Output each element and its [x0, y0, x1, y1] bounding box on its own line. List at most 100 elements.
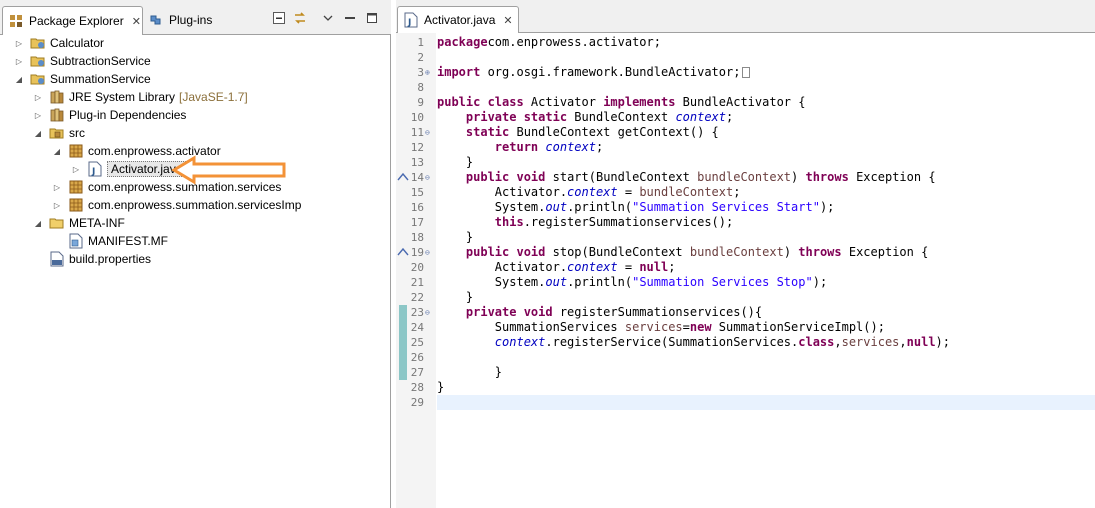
close-icon[interactable]: ✕ — [503, 14, 512, 27]
code-line: public class Activator implements Bundle… — [437, 95, 806, 109]
tree-item-plugin-dependencies[interactable]: ▷ Plug-in Dependencies — [33, 106, 187, 124]
code-line: Activator.context = bundleContext; — [437, 185, 741, 199]
line-number: 24 — [410, 321, 424, 334]
line-number: 20 — [410, 261, 424, 274]
line-number: 23 ⊖ — [410, 306, 430, 319]
package-explorer-icon — [9, 14, 23, 28]
line-number: 3 ⊕ — [417, 66, 430, 79]
line-number: 25 — [410, 336, 424, 349]
code-line: } — [437, 365, 503, 379]
collapse-all-icon[interactable] — [271, 10, 287, 26]
expand-icon[interactable]: ▷ — [52, 182, 62, 192]
java-file-icon: J — [87, 161, 103, 177]
line-number: 8 — [417, 81, 424, 94]
tree-label: MANIFEST.MF — [88, 234, 168, 248]
tree-label: build.properties — [69, 252, 152, 266]
expand-icon[interactable]: ▷ — [14, 56, 24, 66]
line-number: 18 — [410, 231, 424, 244]
line-number: 9 — [417, 96, 424, 109]
collapse-icon[interactable]: ◢ — [33, 128, 43, 138]
tab-package-explorer-label: Package Explorer — [29, 14, 124, 28]
tree-label: SummationService — [50, 72, 151, 86]
collapse-fold-icon[interactable]: ⊖ — [425, 248, 430, 257]
code-line: static BundleContext getContext() { — [465, 125, 719, 139]
tab-activator-java[interactable]: J Activator.java ✕ — [397, 6, 519, 33]
package-explorer-view: Package Explorer ✕ Plug-ins ▷ Calculator… — [0, 0, 391, 508]
code-line: } — [437, 230, 474, 244]
line-number: 13 — [410, 156, 424, 169]
plugin-project-icon — [30, 71, 46, 87]
tree-item-manifest[interactable]: MANIFEST.MF — [68, 232, 168, 250]
package-icon — [68, 197, 84, 213]
line-number: 29 — [410, 396, 424, 409]
collapse-fold-icon[interactable]: ⊖ — [425, 128, 430, 137]
current-line-highlight — [437, 395, 1095, 410]
line-number: 22 — [410, 291, 424, 304]
code-line: context.registerService(SummationService… — [494, 335, 950, 349]
source-folder-icon — [49, 125, 65, 141]
plug-ins-icon — [149, 13, 163, 27]
library-icon — [49, 89, 65, 105]
code-line: private void registerSummationservices()… — [465, 305, 763, 319]
line-number: 21 — [410, 276, 424, 289]
tree-item-package-servicesimp[interactable]: ▷ com.enprowess.summation.servicesImp — [52, 196, 301, 214]
expand-icon[interactable]: ▷ — [33, 92, 43, 102]
minimize-icon[interactable] — [342, 10, 358, 26]
line-number: 19 ⊖ — [410, 246, 430, 259]
line-number: 28 — [410, 381, 424, 394]
collapse-icon[interactable]: ◢ — [33, 218, 43, 228]
tree-item-build-properties[interactable]: build.properties — [49, 250, 151, 268]
expand-icon[interactable]: ▷ — [52, 200, 62, 210]
tab-plug-ins-label: Plug-ins — [169, 12, 213, 27]
tree-label: META-INF — [69, 216, 125, 230]
collapse-fold-icon[interactable]: ⊖ — [425, 308, 430, 317]
change-marker — [399, 335, 407, 350]
link-with-editor-icon[interactable] — [292, 10, 308, 26]
tree-item-subtractionservice[interactable]: ▷ SubtractionService — [14, 52, 151, 70]
package-icon — [68, 179, 84, 195]
tree-label: Plug-in Dependencies — [69, 108, 187, 122]
collapse-fold-icon[interactable]: ⊖ — [425, 173, 430, 182]
code-line: } — [437, 380, 445, 394]
folder-icon — [49, 215, 65, 231]
code-line: public void start(BundleContext bundleCo… — [465, 170, 936, 184]
code-line: } — [437, 155, 474, 169]
folded-imports-marker[interactable] — [742, 67, 751, 78]
annotation-arrow — [171, 155, 286, 185]
change-marker — [399, 305, 407, 320]
line-number-ruler: 1 2 3 ⊕ 8 9 10 11 ⊖ 12 13 14 ⊖ 15 16 17 18 19 ⊖ 20 21 22 23 ⊖ 24… — [410, 33, 436, 508]
code-line: this.registerSummationservices(); — [494, 215, 734, 229]
tree-item-calculator[interactable]: ▷ Calculator — [14, 34, 104, 52]
collapse-icon[interactable]: ◢ — [52, 146, 62, 156]
maximize-icon[interactable] — [364, 10, 380, 26]
override-marker-icon[interactable] — [397, 172, 409, 183]
tab-package-explorer[interactable]: Package Explorer ✕ — [2, 6, 143, 35]
svg-text:J: J — [407, 18, 411, 28]
collapse-icon[interactable]: ◢ — [14, 74, 24, 84]
line-number: 16 — [410, 201, 424, 214]
tree-label: src — [69, 126, 85, 140]
code-area[interactable]: packagecom.enprowess.activator; import or… — [437, 33, 1095, 508]
tab-plug-ins[interactable]: Plug-ins — [145, 6, 235, 33]
expand-fold-icon[interactable]: ⊕ — [425, 68, 430, 77]
expand-icon[interactable]: ▷ — [71, 164, 81, 174]
line-number: 26 — [410, 351, 424, 364]
line-number: 12 — [410, 141, 424, 154]
view-menu-icon[interactable] — [320, 10, 336, 26]
line-number: 11 ⊖ — [410, 126, 430, 139]
tree-item-src[interactable]: ◢ src — [33, 124, 85, 142]
line-number: 27 — [410, 366, 424, 379]
code-line: public void stop(BundleContext bundleCon… — [465, 245, 929, 259]
java-file-icon: J — [404, 12, 418, 28]
expand-icon[interactable]: ▷ — [14, 38, 24, 48]
overview-gutter — [396, 33, 410, 508]
view-tab-bar: Package Explorer ✕ Plug-ins — [0, 0, 391, 35]
tree-item-meta-inf[interactable]: ◢ META-INF — [33, 214, 125, 232]
code-line: System.out.println("Summation Services S… — [437, 200, 835, 214]
tree-item-summationservice[interactable]: ◢ SummationService — [14, 70, 151, 88]
close-icon[interactable]: ✕ — [132, 15, 141, 28]
expand-icon[interactable]: ▷ — [33, 110, 43, 120]
tree-item-jre-system-library[interactable]: ▷ JRE System Library [JavaSE-1.7] — [33, 88, 248, 106]
override-marker-icon[interactable] — [397, 247, 409, 258]
tree-label: com.enprowess.summation.servicesImp — [88, 198, 302, 212]
